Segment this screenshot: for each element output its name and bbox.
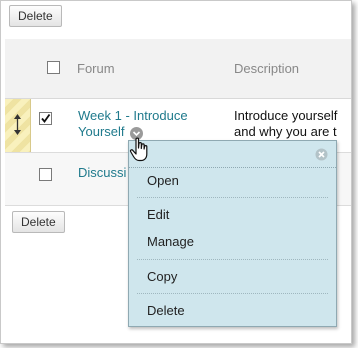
forum-link-discussion[interactable]: Discussi <box>78 165 126 181</box>
checkmark-icon <box>41 113 51 123</box>
description-line2: and why you are t <box>234 124 337 139</box>
row-description: Introduce yourself and why you are t <box>234 108 337 140</box>
menu-item-label: Edit <box>147 207 170 222</box>
menu-divider <box>137 197 328 198</box>
window-frame: Delete Forum Description Week 1 - Introd… <box>0 0 352 344</box>
hand-cursor-icon <box>129 137 148 162</box>
menu-item-copy[interactable]: Copy <box>129 265 336 289</box>
drag-handle-icon <box>14 114 21 135</box>
menu-item-manage[interactable]: Manage <box>129 230 336 254</box>
menu-divider <box>137 293 328 294</box>
context-menu-header <box>129 141 336 168</box>
delete-button-top[interactable]: Delete <box>9 5 62 27</box>
forum-link-line1: Week 1 - Introduce <box>78 108 188 123</box>
menu-item-edit[interactable]: Edit <box>129 203 336 227</box>
table-header: Forum Description <box>5 39 351 99</box>
select-all-checkbox[interactable] <box>47 61 60 74</box>
description-line1: Introduce yourself <box>234 108 338 123</box>
delete-button-bottom[interactable]: Delete <box>12 211 65 233</box>
menu-item-label: Copy <box>147 269 178 284</box>
row-checkbox[interactable] <box>39 168 52 181</box>
menu-item-open[interactable]: Open <box>129 169 336 193</box>
description-column-header: Description <box>234 61 300 76</box>
close-icon[interactable] <box>315 148 328 161</box>
drag-handle[interactable] <box>5 99 31 152</box>
context-menu: Open Edit Manage Copy Delete <box>128 140 337 327</box>
menu-item-label: Open <box>147 173 179 188</box>
menu-item-delete[interactable]: Delete <box>129 299 336 323</box>
menu-item-label: Delete <box>147 303 185 318</box>
row-checkbox[interactable] <box>39 112 52 125</box>
menu-divider <box>137 259 328 260</box>
menu-item-label: Manage <box>147 234 194 249</box>
forum-column-header[interactable]: Forum <box>77 61 115 76</box>
